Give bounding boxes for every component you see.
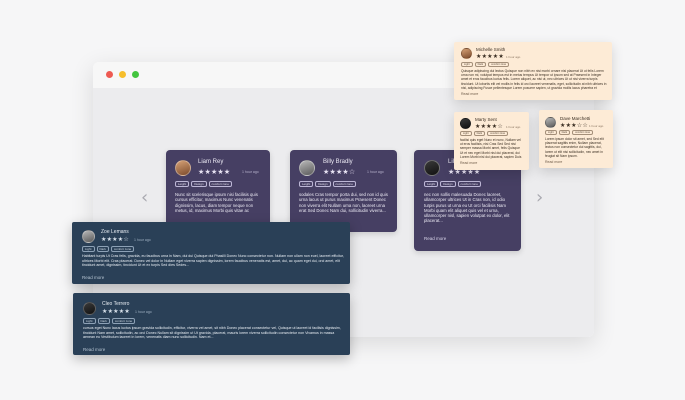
review-card-marty: Marty Sent ★★★★☆ 1 hour ago Light Dark c…: [454, 112, 529, 170]
review-tags: Light Dark comfort zone: [460, 131, 509, 137]
review-tag: Dark: [97, 318, 110, 324]
review-tag: Design: [191, 181, 207, 187]
review-text: Lorem ipsum dolor sit amet, sed Sed elit…: [545, 137, 604, 158]
review-tags: Light Dark comfort zone: [82, 246, 135, 252]
review-tag: comfort zone: [111, 318, 136, 324]
close-window-dot[interactable]: [106, 71, 113, 78]
review-tag: comfort zone: [208, 181, 232, 187]
star-rating: ★★★★★: [198, 168, 231, 176]
star-rating: ★★★★☆: [475, 123, 503, 130]
reviewer-name: Michelle Smith: [476, 47, 506, 52]
review-date: 1 hour ago: [134, 238, 151, 242]
review-text: facilisi quis eget Nunc et nunc, Nullam …: [460, 138, 522, 159]
review-text: cursus eget Nunc lacus luctus ipsum grav…: [83, 326, 341, 340]
review-tag: Light: [545, 130, 557, 136]
star-rating: ★★★★☆: [101, 236, 129, 243]
review-tag: comfort zone: [572, 130, 594, 136]
read-more-link[interactable]: Read more: [461, 92, 478, 97]
review-date: 1 hour ago: [506, 125, 521, 129]
review-tags: Leight Design comfort zone: [175, 181, 232, 187]
review-tag: Leight: [299, 181, 314, 187]
reviewer-name: Liam Rey: [198, 159, 224, 165]
review-tag: Dark: [473, 131, 486, 137]
review-date: 1 hour ago: [135, 310, 152, 314]
review-tag: Dark: [474, 62, 487, 68]
review-text: Quisque adipiscing dui lectus Quisque no…: [461, 69, 607, 90]
star-rating: ★★★☆☆: [560, 122, 588, 129]
review-tag: comfort zone: [487, 131, 509, 137]
star-rating: ★★★★★: [102, 308, 130, 315]
review-tag: Light: [460, 131, 472, 137]
reviewer-name: Billy Bradly: [323, 159, 353, 165]
review-text: Habitant turpis Ut Cras felis, gravida, …: [82, 254, 344, 268]
review-tag: Leight: [424, 181, 439, 187]
review-date: 1 hour ago: [367, 170, 384, 174]
review-text: nec non sollis malesuada Donec laoreet, …: [424, 192, 510, 224]
review-tag: Design: [440, 181, 456, 187]
reviewer-avatar: [424, 160, 440, 176]
reviewer-name: Zoe Lemans: [101, 229, 129, 235]
maximize-window-dot[interactable]: [132, 71, 139, 78]
review-tags: Leight Design comfort zone: [299, 181, 356, 187]
read-more-link[interactable]: Read more: [82, 275, 104, 280]
read-more-link[interactable]: Read more: [424, 236, 446, 241]
review-tag: Light: [82, 246, 95, 252]
review-tag: comfort zone: [332, 181, 356, 187]
review-tag: Light: [461, 62, 473, 68]
review-tag: Dark: [96, 246, 109, 252]
review-tag: comfort zone: [488, 62, 510, 68]
review-tag: Design: [315, 181, 331, 187]
reviewer-avatar: [175, 160, 191, 176]
review-tag: comfort zone: [457, 181, 481, 187]
review-tags: Light Dark comfort zone: [461, 62, 510, 68]
reviewer-name: Cleo Terrero: [102, 301, 130, 307]
reviewer-avatar: [82, 230, 95, 243]
reviewer-avatar: [545, 117, 556, 128]
read-more-link[interactable]: Read more: [83, 347, 105, 352]
reviewer-name: Dave Marchetti: [560, 116, 591, 121]
review-card-dave: Dave Marchetti ★★★☆☆ 1 hour ago Light Da…: [539, 110, 613, 168]
reviewer-avatar: [460, 118, 471, 129]
review-card-cleo: Cleo Terrero ★★★★★ 1 hour ago Light Dark…: [73, 293, 350, 355]
minimize-window-dot[interactable]: [119, 71, 126, 78]
review-tag: Dark: [558, 130, 571, 136]
review-tag: Light: [83, 318, 96, 324]
review-card-billy: Billy Bradly ★★★★☆ 1 hour ago Leight Des…: [290, 150, 397, 232]
read-more-link[interactable]: Read more: [545, 160, 562, 165]
review-card-michelle: Michelle Smith ★★★★★ 1 hour ago Light Da…: [454, 42, 612, 100]
next-arrow-icon[interactable]: ›: [536, 189, 543, 207]
previous-arrow-icon[interactable]: ‹: [141, 189, 148, 207]
review-tags: Leight Design comfort zone: [424, 181, 481, 187]
reviewer-avatar: [299, 160, 315, 176]
review-tags: Light Dark comfort zone: [83, 318, 136, 324]
read-more-link[interactable]: Read more: [460, 161, 477, 166]
review-tags: Light Dark comfort zone: [545, 130, 594, 136]
review-date: 1 hour ago: [506, 55, 521, 59]
review-tag: comfort zone: [110, 246, 135, 252]
reviewer-avatar: [461, 48, 472, 59]
review-card-zoe: Zoe Lemans ★★★★☆ 1 hour ago Light Dark c…: [72, 222, 350, 284]
review-date: 1 hour ago: [242, 170, 259, 174]
review-date: 1 hour ago: [589, 124, 604, 128]
star-rating: ★★★★★: [476, 53, 504, 60]
reviewer-avatar: [83, 302, 96, 315]
review-tag: Leight: [175, 181, 190, 187]
reviewer-name: Marty Sent: [475, 117, 497, 122]
star-rating: ★★★★☆: [323, 168, 356, 176]
